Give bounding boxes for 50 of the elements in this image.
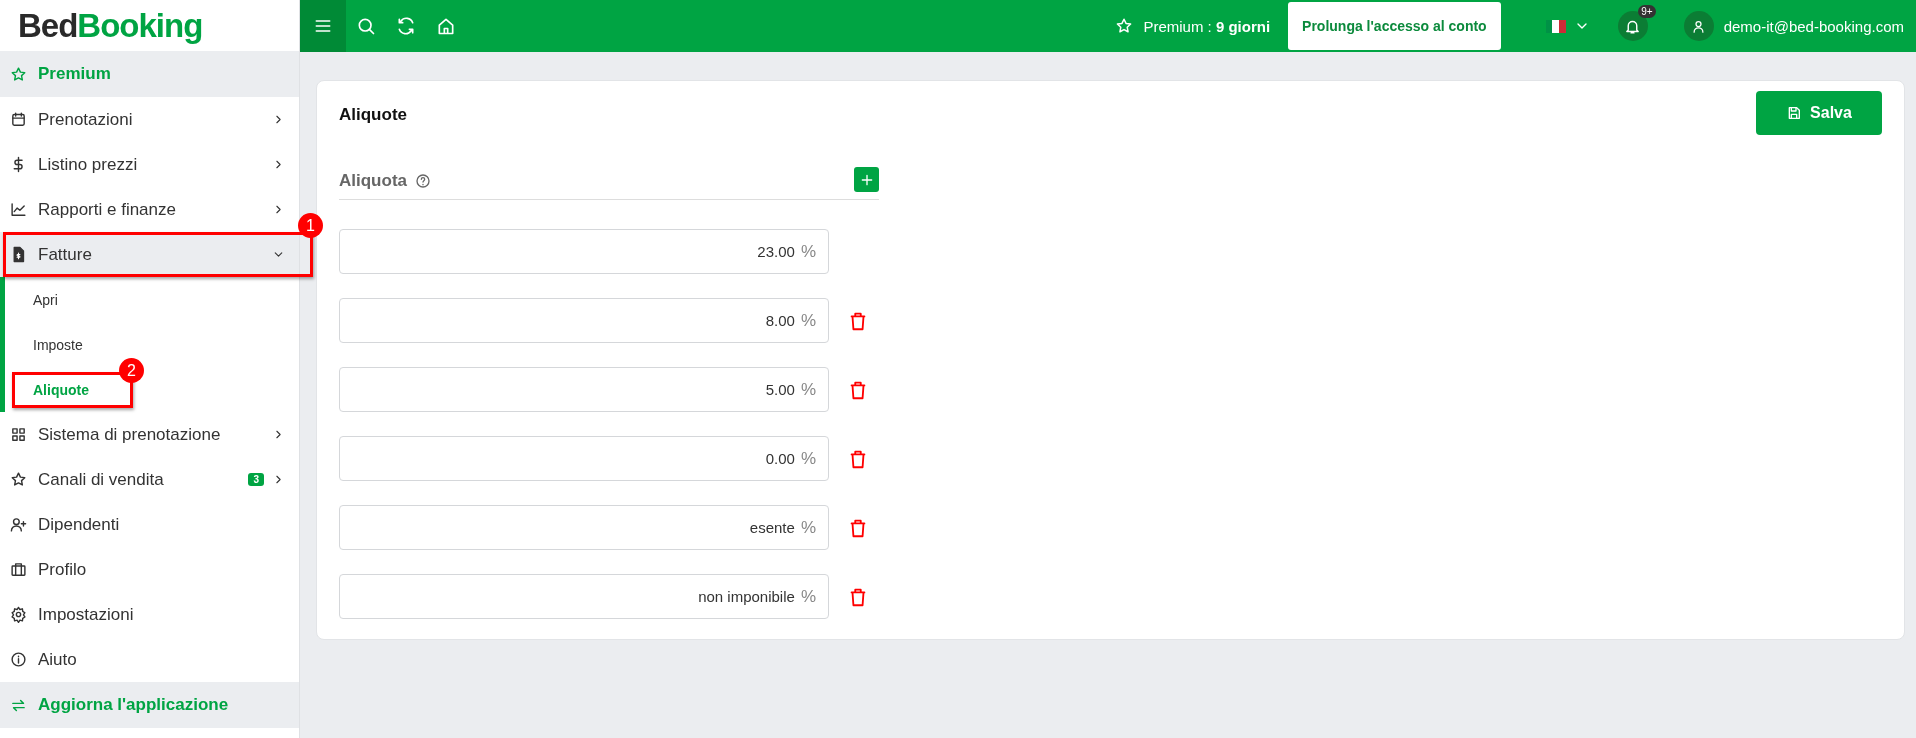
extend-access-button[interactable]: Prolunga l'accesso al conto [1288, 2, 1501, 50]
section-label: Aliquota [339, 171, 407, 191]
star-icon [10, 65, 27, 83]
card-title: Aliquote [339, 105, 407, 125]
info-icon [10, 651, 27, 668]
settings-icon [10, 606, 27, 623]
rate-field[interactable]: non imponibile % [339, 574, 829, 619]
percent-unit: % [800, 241, 816, 262]
count-badge: 3 [248, 473, 264, 486]
rate-field[interactable]: 23.00 % [339, 229, 829, 274]
percent-unit: % [800, 517, 816, 538]
search-icon [356, 16, 376, 36]
user-avatar[interactable] [1683, 11, 1714, 41]
callout-badge: 2 [119, 358, 144, 383]
star-icon [1115, 17, 1134, 35]
save-icon [1786, 105, 1803, 121]
logo: BedBooking [18, 6, 203, 45]
sidebar-item[interactable]: Sistema di prenotazione [0, 412, 299, 457]
sidebar-item[interactable]: Prenotazioni [0, 97, 299, 142]
percent-unit: % [800, 379, 816, 400]
notification-count: 9+ [1638, 5, 1656, 18]
sidebar-item[interactable]: Impostazioni [0, 592, 299, 637]
italy-flag-icon [1545, 19, 1566, 33]
help-icon [415, 173, 431, 189]
percent-unit: % [800, 586, 816, 607]
chart-icon [10, 201, 27, 218]
submenu-item[interactable]: Imposte [33, 336, 83, 353]
rate-field[interactable]: 8.00 % [339, 298, 829, 343]
percent-unit: % [800, 448, 816, 469]
calendar-icon [10, 111, 27, 128]
sidebar-item[interactable]: Aiuto [0, 637, 299, 682]
rate-field[interactable]: 0.00 % [339, 436, 829, 481]
rate-field[interactable]: esente % [339, 505, 829, 550]
add-button[interactable] [854, 167, 879, 192]
sidebar-item[interactable]: Rapporti e finanze [0, 187, 299, 232]
percent-unit: % [800, 310, 816, 331]
sidebar-item[interactable]: Canali di vendita 3 [0, 457, 299, 502]
sidebar-item[interactable]: Profilo [0, 547, 299, 592]
grid-icon [10, 426, 27, 443]
rate-field[interactable]: 5.00 % [339, 367, 829, 412]
premium-status: Premium : 9 giorni [1143, 17, 1271, 35]
user-plus-icon [10, 516, 27, 533]
submenu-item[interactable]: Apri [33, 291, 58, 308]
sidebar-item[interactable]: Listino prezzi [0, 142, 299, 187]
briefcase-icon [10, 561, 27, 578]
menu-button[interactable] [300, 0, 346, 52]
refresh-icon [396, 16, 416, 36]
home-icon [436, 16, 456, 36]
sidebar-item[interactable]: Dipendenti [0, 502, 299, 547]
star-icon [10, 471, 27, 488]
